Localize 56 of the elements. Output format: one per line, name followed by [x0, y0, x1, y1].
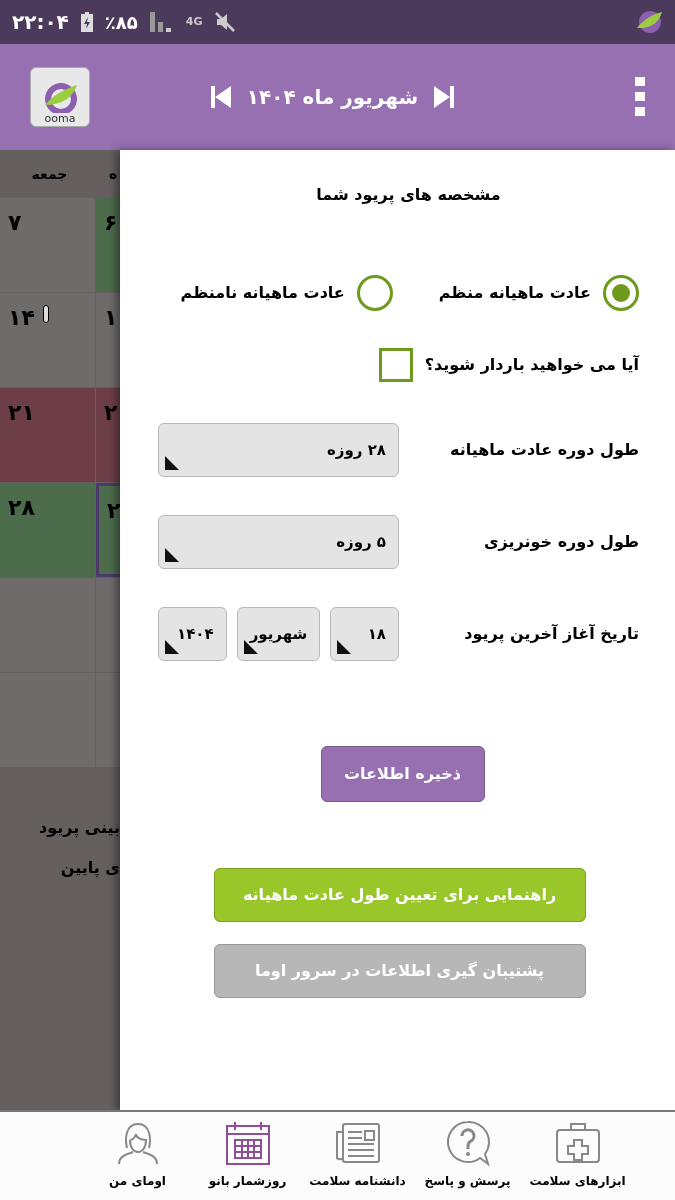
day-number: ۲۱ [8, 399, 35, 427]
battery-percent: ٪۸۵ [104, 10, 138, 35]
dropdown-field[interactable]: ۱۸ [330, 607, 399, 661]
nav-tab[interactable]: روزشمار بانو [195, 1112, 300, 1200]
radio-option[interactable]: عادت ماهیانه منظم [438, 275, 639, 311]
app-logo[interactable]: ooma [30, 67, 90, 127]
corner-triangle-icon [165, 640, 179, 654]
dropdown-field[interactable]: ۲۸ روزه [158, 423, 399, 477]
corner-triangle-icon [165, 548, 179, 562]
nav-tab[interactable]: ابزارهای سلامت [525, 1112, 630, 1200]
day-number: ۷ [8, 209, 22, 237]
warning-icon [42, 305, 49, 323]
weekday-header: جمعه [31, 164, 68, 184]
day-number: ۲ [104, 399, 118, 427]
more-options-icon[interactable] [635, 77, 645, 117]
mute-icon [214, 11, 237, 33]
nav-tab[interactable]: دانشنامه سلامت [305, 1112, 410, 1200]
field-label: تاریخ آغاز آخرین پریود [463, 623, 639, 646]
signal-icon [149, 12, 174, 32]
corner-triangle-icon [337, 640, 352, 654]
day-number: ۲۸ [8, 494, 35, 522]
logo-text: ooma [44, 113, 76, 124]
radio-option[interactable]: عادت ماهیانه نامنظم [180, 275, 393, 311]
next-month-icon[interactable] [434, 86, 455, 108]
nav-tab[interactable]: پرسش و پاسخ [415, 1112, 520, 1200]
calendar-note: ی پایین [60, 857, 120, 879]
dropdown-field[interactable]: شهریور [236, 607, 321, 661]
checkbox[interactable] [378, 348, 413, 382]
calendar-day-cell[interactable]: ۷ [0, 198, 95, 292]
day-number: ۱۴ [8, 304, 35, 332]
dropdown-field[interactable]: ۱۴۰۴ [158, 607, 227, 661]
calendar-note: بینی پریود [38, 817, 120, 840]
pregnancy-label: آیا می خواهید باردار شوید؟ [424, 354, 639, 376]
weekday-header: ه [109, 164, 118, 184]
calendar-day-cell[interactable]: ۱ [96, 293, 120, 387]
day-number: ۲ [107, 497, 120, 525]
panel-title: مشخصه های پریود شما [316, 184, 501, 207]
dropdown-field[interactable]: ۵ روزه [158, 515, 399, 569]
nav-tab[interactable]: اومای من [85, 1112, 190, 1200]
day-number: ۱ [104, 304, 118, 332]
corner-triangle-icon [165, 456, 179, 470]
field-label: طول دوره خونریزی [482, 531, 639, 553]
previous-month-icon[interactable] [210, 86, 231, 108]
save-button[interactable]: ذخیره اطلاعات [320, 746, 485, 802]
day-number: ۶ [104, 209, 118, 237]
field-label: طول دوره عادت ماهیانه [449, 439, 639, 461]
calendar-day-cell[interactable]: ۱۴ [0, 293, 95, 387]
calendar-day-cell[interactable] [0, 578, 95, 672]
radio-button[interactable] [356, 275, 393, 311]
month-title: شهریور ماه ۱۴۰۴ [246, 84, 419, 111]
status-time: ۲۲:۰۴ [12, 9, 69, 36]
calendar-day-cell[interactable]: ۲۸ [0, 483, 95, 577]
leaf-logo-icon [635, 8, 663, 36]
battery-icon [80, 12, 93, 32]
radio-button[interactable] [603, 275, 639, 311]
network-type: 4G [185, 13, 203, 30]
